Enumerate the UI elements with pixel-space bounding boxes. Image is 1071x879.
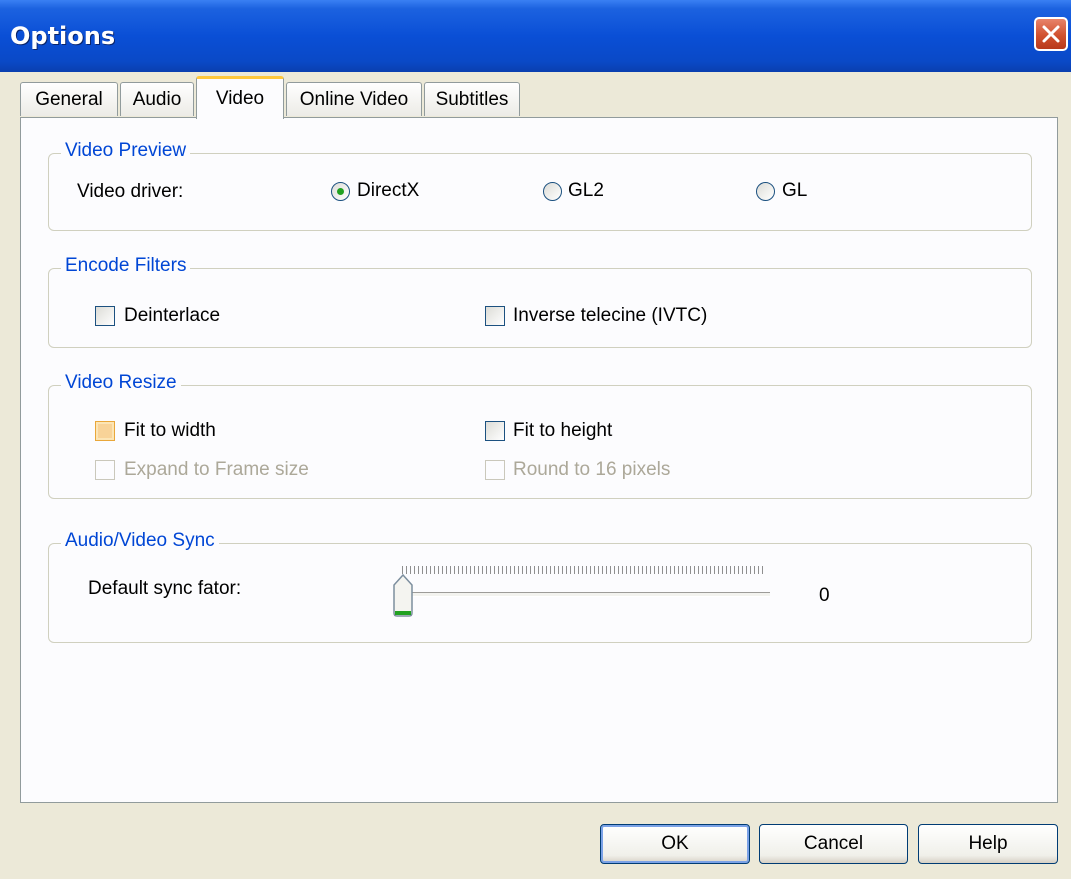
close-button[interactable] [1034,17,1068,51]
slider-ticks [402,566,766,574]
window-title: Options [10,22,116,50]
help-button[interactable]: Help [918,824,1058,864]
title-bar: Options [0,0,1071,72]
ivtc-checkbox[interactable] [485,306,505,326]
expand-frame-checkbox[interactable] [95,460,115,480]
deinterlace-checkbox[interactable] [95,306,115,326]
sync-value: 0 [819,585,830,606]
tab-online-video[interactable]: Online Video [286,82,422,116]
expand-frame-label[interactable]: Expand to Frame size [124,459,309,481]
radio-gl-label[interactable]: GL [782,180,807,202]
tab-video[interactable]: Video [196,76,284,119]
tab-subtitles[interactable]: Subtitles [424,82,520,116]
radio-directx-label[interactable]: DirectX [357,180,419,202]
sync-slider-thumb[interactable] [391,573,415,619]
video-preview-legend: Video Preview [61,140,191,162]
video-preview-group: Video Preview [48,140,1032,231]
radio-gl[interactable] [756,182,775,201]
video-driver-label: Video driver: [77,181,184,202]
radio-gl2-label[interactable]: GL2 [568,180,604,202]
video-resize-legend: Video Resize [61,372,181,394]
round16-label[interactable]: Round to 16 pixels [513,459,670,481]
tab-audio[interactable]: Audio [120,82,194,116]
video-resize-group: Video Resize [48,372,1032,499]
round16-checkbox[interactable] [485,460,505,480]
close-icon [1042,25,1060,43]
encode-filters-legend: Encode Filters [61,255,191,277]
radio-directx[interactable] [331,182,350,201]
cancel-button[interactable]: Cancel [759,824,908,864]
fit-width-checkbox[interactable] [95,421,115,441]
fit-width-label[interactable]: Fit to width [124,420,216,442]
deinterlace-label[interactable]: Deinterlace [124,305,220,327]
fit-height-label[interactable]: Fit to height [513,420,612,442]
tab-general[interactable]: General [20,82,118,116]
sync-slider-track[interactable] [402,592,770,597]
fit-height-checkbox[interactable] [485,421,505,441]
ok-button[interactable]: OK [600,824,750,864]
ivtc-label[interactable]: Inverse telecine (IVTC) [513,305,707,327]
av-sync-legend: Audio/Video Sync [61,530,219,552]
sync-factor-label: Default sync fator: [88,578,242,599]
radio-gl2[interactable] [543,182,562,201]
